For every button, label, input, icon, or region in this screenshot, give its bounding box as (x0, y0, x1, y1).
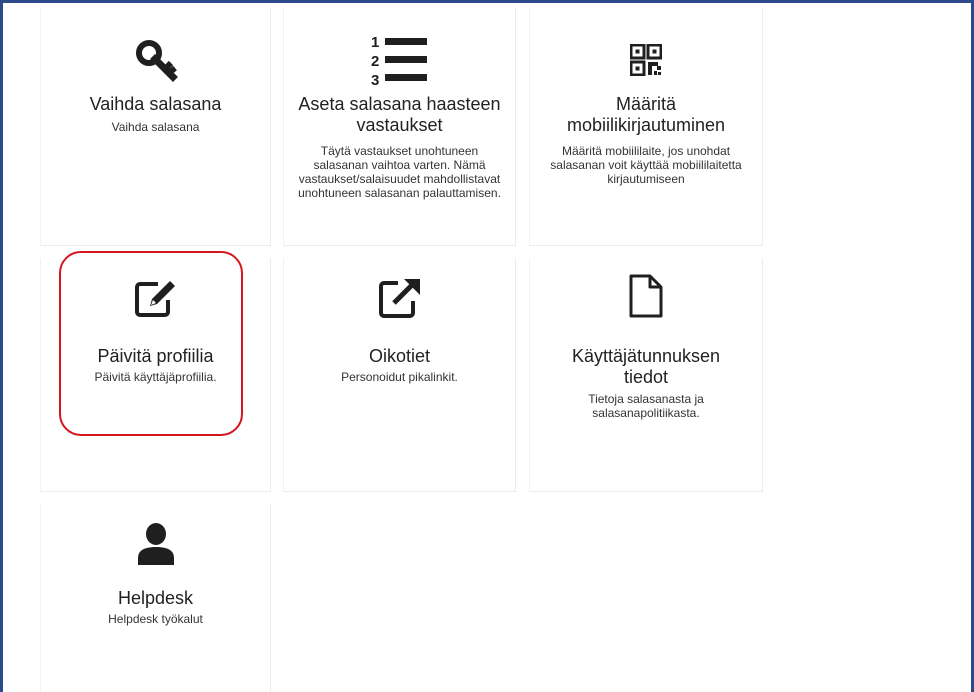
svg-text:2: 2 (371, 53, 379, 70)
tile-description: Määritä mobiililaite, jos unohdat salasa… (550, 144, 742, 186)
external-link-icon (284, 270, 515, 326)
tile-title: Vaihda salasana (89, 94, 222, 114)
tile-mobile-login[interactable]: Määritä mobiilikirjautuminen Määritä mob… (529, 8, 763, 246)
edit-icon (41, 270, 270, 326)
tile-title: Määritä mobiilikirjautuminen (566, 94, 726, 135)
key-icon (41, 32, 270, 88)
tile-change-password[interactable]: Vaihda salasana Vaihda salasana (40, 8, 271, 246)
tile-description: Personoidut pikalinkit. (341, 370, 458, 384)
tile-shortcuts[interactable]: Oikotiet Personoidut pikalinkit. (283, 258, 516, 492)
numbered-list-icon: 1 2 3 (284, 32, 515, 88)
qr-code-icon (530, 32, 762, 88)
tile-security-answers[interactable]: 1 2 3 Aseta salasana haasteen vastaukset… (283, 8, 516, 246)
tile-helpdesk[interactable]: Helpdesk Helpdesk työkalut (40, 504, 271, 692)
tile-description: Helpdesk työkalut (108, 612, 203, 626)
user-icon (41, 516, 270, 572)
tile-title: Päivitä profiilia (97, 346, 214, 366)
tile-description: Täytä vastaukset unohtuneen salasanan va… (298, 144, 501, 200)
tile-title: Helpdesk (117, 588, 194, 608)
tile-title: Oikotiet (368, 346, 431, 366)
tile-title: Aseta salasana haasteen vastaukset (298, 94, 501, 135)
tile-description: Tietoja salasanasta ja salasanapolitiika… (588, 392, 704, 420)
tile-description: Vaihda salasana (111, 120, 200, 134)
document-icon (530, 268, 762, 324)
svg-text:1: 1 (371, 34, 379, 51)
tile-account-info[interactable]: Käyttäjätunnuksen tiedot Tietoja salasan… (529, 258, 763, 492)
tile-update-profile[interactable]: Päivitä profiilia Päivitä käyttäjäprofii… (40, 258, 271, 492)
tile-title: Käyttäjätunnuksen tiedot (571, 346, 721, 387)
tile-description: Päivitä käyttäjäprofiilia. (94, 370, 217, 384)
svg-text:3: 3 (371, 72, 379, 88)
